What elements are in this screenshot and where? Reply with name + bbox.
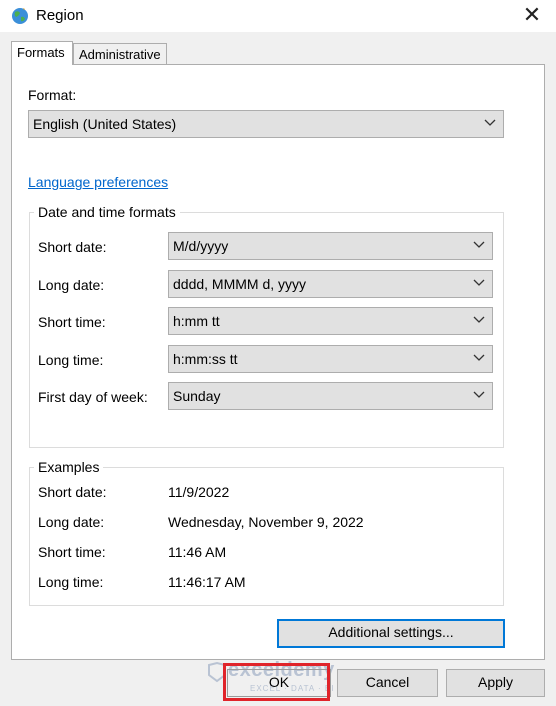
example-long-time-label: Long time:	[38, 574, 104, 590]
long-date-value: dddd, MMMM d, yyyy	[173, 276, 307, 292]
examples-title: Examples	[34, 459, 104, 475]
format-value: English (United States)	[33, 116, 177, 132]
format-label: Format:	[28, 87, 77, 103]
long-time-dropdown[interactable]: h:mm:ss tt	[168, 345, 493, 373]
tab-formats[interactable]: Formats	[11, 41, 73, 65]
chevron-down-icon	[473, 391, 485, 398]
example-long-time-value: 11:46:17 AM	[168, 574, 246, 590]
short-time-dropdown[interactable]: h:mm tt	[168, 307, 493, 335]
ok-button-highlight	[223, 663, 330, 701]
long-time-label: Long time:	[38, 352, 104, 368]
example-long-date-value: Wednesday, November 9, 2022	[168, 514, 364, 530]
tab-administrative[interactable]: Administrative	[73, 43, 167, 65]
tab-administrative-label: Administrative	[79, 47, 161, 62]
long-time-value: h:mm:ss tt	[173, 351, 238, 367]
example-short-time-value: 11:46 AM	[168, 544, 227, 560]
long-date-dropdown[interactable]: dddd, MMMM d, yyyy	[168, 270, 493, 298]
first-day-of-week-dropdown[interactable]: Sunday	[168, 382, 493, 410]
date-time-formats-title: Date and time formats	[34, 204, 180, 220]
globe-icon	[12, 8, 28, 24]
first-day-of-week-value: Sunday	[173, 388, 221, 404]
example-long-date-label: Long date:	[38, 514, 105, 530]
language-preferences-link[interactable]: Language preferences	[28, 174, 168, 190]
close-icon: ✕	[522, 2, 542, 27]
example-short-date-label: Short date:	[38, 484, 107, 500]
example-short-date-value: 11/9/2022	[168, 484, 230, 500]
first-day-of-week-label: First day of week:	[38, 389, 148, 405]
chevron-down-icon	[473, 354, 485, 361]
additional-settings-button[interactable]: Additional settings...	[277, 619, 505, 648]
chevron-down-icon	[473, 279, 485, 286]
chevron-down-icon	[473, 241, 485, 248]
chevron-down-icon	[473, 316, 485, 323]
short-date-dropdown[interactable]: M/d/yyyy	[168, 232, 493, 260]
short-time-value: h:mm tt	[173, 313, 220, 329]
tab-formats-label: Formats	[17, 45, 65, 60]
example-short-time-label: Short time:	[38, 544, 106, 560]
cancel-button[interactable]: Cancel	[337, 669, 438, 697]
window-title: Region	[36, 7, 84, 24]
short-date-label: Short date:	[38, 239, 107, 255]
chevron-down-icon	[484, 119, 496, 126]
short-time-label: Short time:	[38, 314, 106, 330]
format-dropdown[interactable]: English (United States)	[28, 110, 504, 138]
apply-button[interactable]: Apply	[446, 669, 545, 697]
short-date-value: M/d/yyyy	[173, 238, 229, 254]
close-button[interactable]: ✕	[512, 2, 552, 30]
long-date-label: Long date:	[38, 277, 105, 293]
